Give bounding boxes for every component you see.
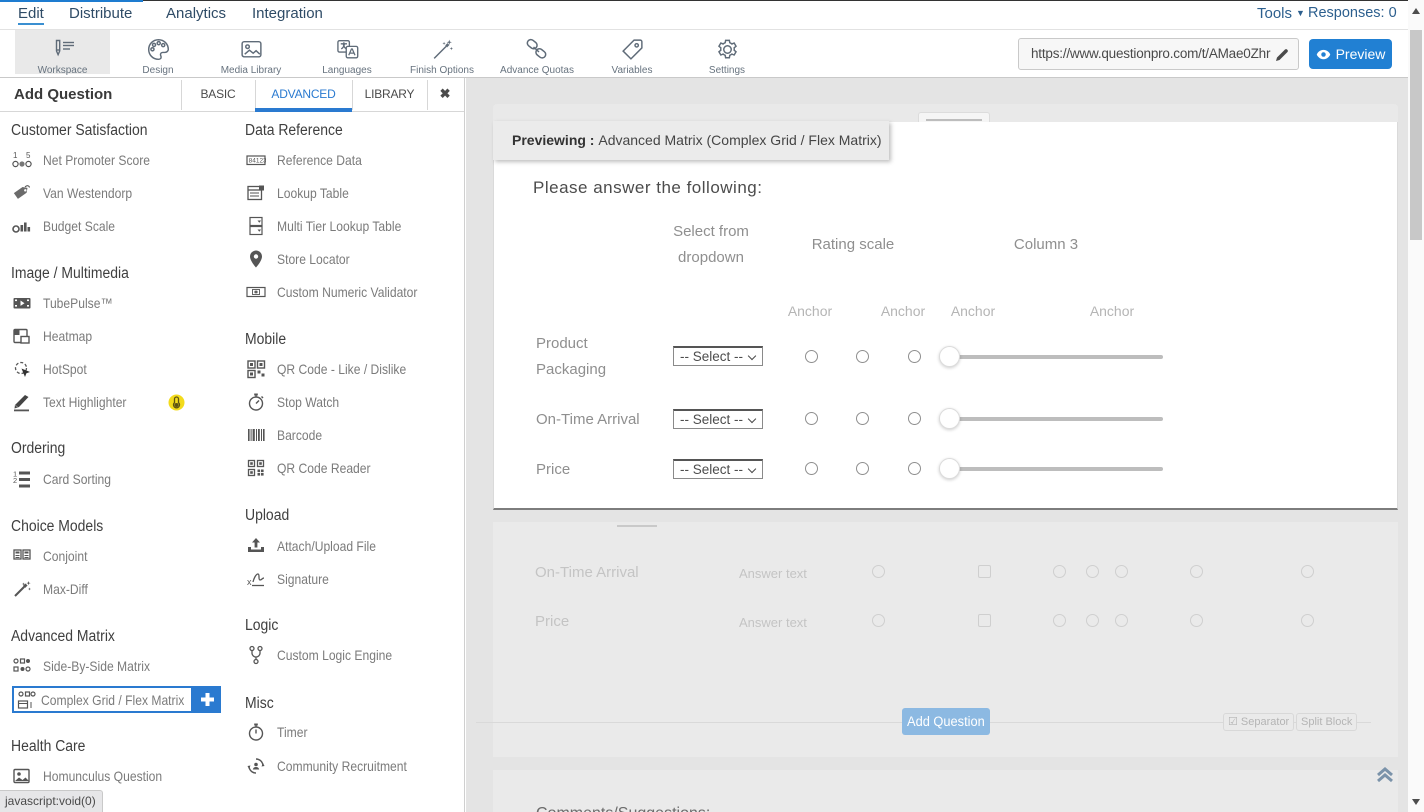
svg-text:1: 1 [13, 151, 18, 160]
svg-text:84123: 84123 [249, 158, 266, 165]
svg-text:x: x [247, 577, 252, 587]
svg-text:2: 2 [13, 476, 17, 485]
svg-text:5: 5 [26, 151, 31, 160]
